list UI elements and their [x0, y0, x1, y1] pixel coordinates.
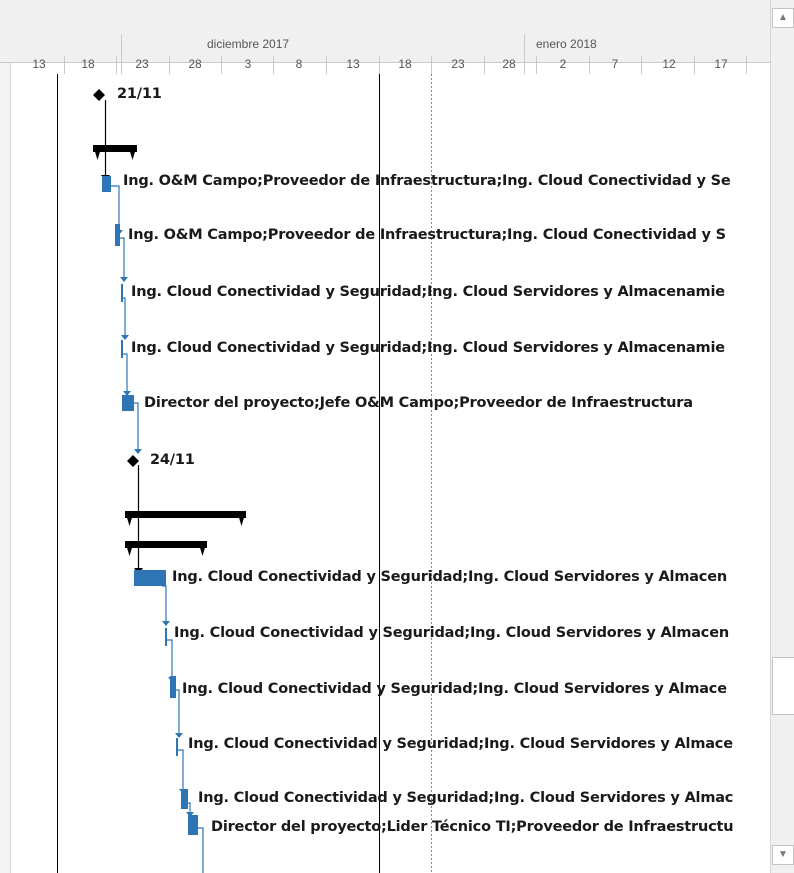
- task-resource-label[interactable]: Ing. Cloud Conectividad y Seguridad;Ing.…: [172, 569, 727, 585]
- task-bar: [121, 340, 123, 358]
- task-resource-label[interactable]: Ing. Cloud Conectividad y Seguridad;Ing.…: [131, 340, 725, 356]
- task-resource-label[interactable]: Ing. Cloud Conectividad y Seguridad;Ing.…: [188, 736, 733, 752]
- milestone-label: 21/11: [117, 86, 162, 102]
- task-bar: [121, 284, 123, 302]
- task-resource-label[interactable]: Ing. O&M Campo;Proveedor de Infraestruct…: [128, 227, 726, 243]
- gantt-chart-view[interactable]: diciembre 2017 enero 2018 13 18 23 28 3 …: [0, 0, 794, 873]
- task-resource-label[interactable]: Ing. Cloud Conectividad y Seguridad;Ing.…: [182, 681, 727, 697]
- task-resource-label[interactable]: Ing. O&M Campo;Proveedor de Infraestruct…: [123, 173, 731, 189]
- task-bar: [122, 395, 134, 411]
- milestone-label: 24/11: [150, 452, 195, 468]
- task-bar: [181, 789, 188, 809]
- vertical-scrollbar[interactable]: ▲ ▼: [770, 0, 794, 873]
- task-resource-label[interactable]: Ing. Cloud Conectividad y Seguridad;Ing.…: [174, 625, 729, 641]
- milestone-diamond: [93, 89, 105, 101]
- task-resource-label[interactable]: Ing. Cloud Conectividad y Seguridad;Ing.…: [198, 790, 733, 806]
- arrow-up-icon[interactable]: ▲: [772, 8, 794, 28]
- task-bar: [115, 224, 120, 246]
- summary-bar-end: [128, 145, 137, 160]
- task-resource-label[interactable]: Director del proyecto;Jefe O&M Campo;Pro…: [144, 395, 693, 411]
- summary-bar-end: [93, 145, 102, 160]
- scrollbar-thumb[interactable]: [772, 657, 794, 715]
- summary-bar: [125, 511, 246, 518]
- summary-bar: [125, 541, 207, 548]
- task-resource-label[interactable]: Ing. Cloud Conectividad y Seguridad;Ing.…: [131, 284, 725, 300]
- task-bar: [188, 815, 198, 835]
- arrow-down-icon[interactable]: ▼: [772, 845, 794, 865]
- milestone-diamond: [127, 455, 139, 467]
- task-bar: [134, 570, 166, 586]
- task-bar: [176, 738, 178, 756]
- task-resource-label[interactable]: Director del proyecto;Lider Técnico TI;P…: [211, 819, 734, 835]
- task-bar: [102, 176, 111, 192]
- task-bar: [170, 676, 176, 698]
- task-bar: [165, 628, 167, 646]
